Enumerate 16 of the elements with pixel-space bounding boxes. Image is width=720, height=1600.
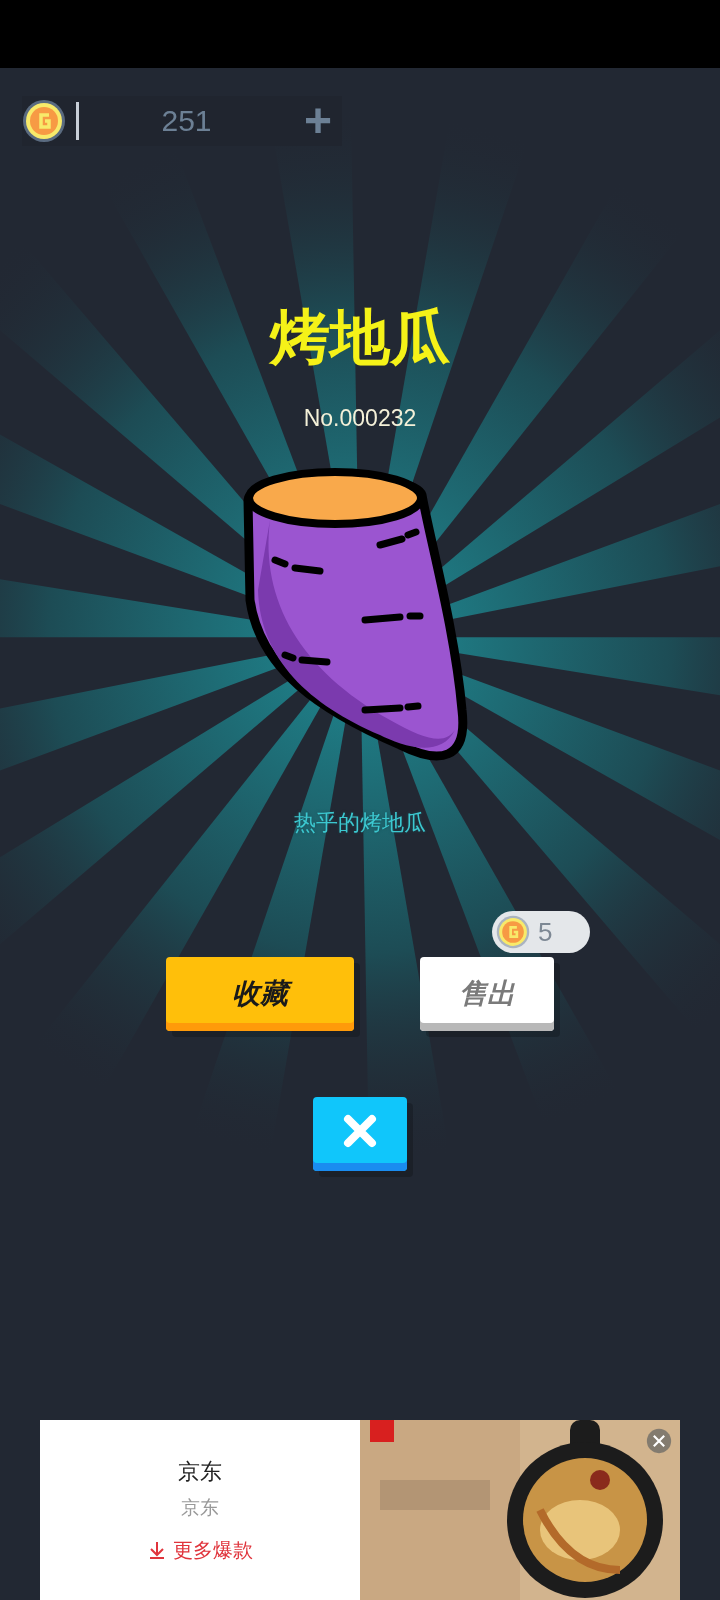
coin-count: 251 (160, 104, 213, 138)
sell-price: 5 (538, 916, 553, 948)
download-link[interactable]: 更多爆款 (147, 1536, 253, 1564)
coin-icon (496, 915, 530, 949)
item-number: No.000232 (303, 405, 417, 432)
ad-brand: 京东 (178, 1457, 222, 1486)
sell-button[interactable]: 售出 (420, 957, 554, 1031)
add-coins-button[interactable]: + (293, 97, 342, 145)
ad-advertiser: 京东 (181, 1494, 219, 1520)
download-icon (147, 1540, 167, 1560)
more-link-label[interactable]: 更多爆款 (173, 1536, 253, 1564)
collect-button[interactable]: 收藏 (166, 957, 354, 1031)
close-button[interactable] (313, 1097, 407, 1171)
coin-icon (22, 99, 66, 143)
item-title: 烤地瓜 (270, 301, 450, 374)
close-icon[interactable] (646, 1428, 672, 1454)
